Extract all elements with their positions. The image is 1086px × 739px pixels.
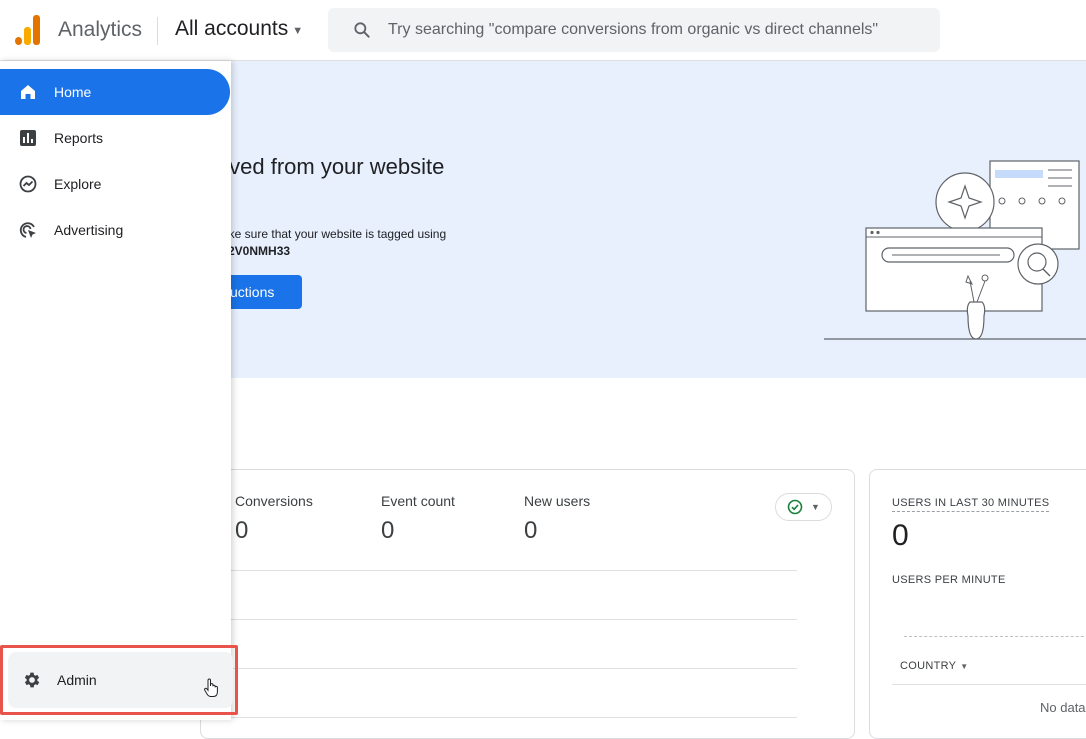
no-data-text: No data <box>1040 700 1086 715</box>
row-divider <box>231 570 797 571</box>
country-label: COUNTRY <box>900 660 957 672</box>
check-circle-icon <box>787 499 803 515</box>
nav-item-explore[interactable]: Explore <box>0 161 230 207</box>
metric-value: 0 <box>381 517 395 544</box>
caret-down-icon: ▼ <box>960 661 969 671</box>
reports-icon <box>20 130 36 146</box>
overview-card: Conversions 0 Event count 0 New users 0 … <box>200 469 855 739</box>
users-per-minute-label: USERS PER MINUTE <box>892 574 1006 586</box>
row-divider <box>231 668 797 669</box>
metric-label: Conversions <box>235 493 313 509</box>
home-icon <box>21 85 35 99</box>
top-bar: Analytics All accounts ▼ <box>0 0 1086 61</box>
nav-label: Home <box>54 84 92 100</box>
nav-item-reports[interactable]: Reports <box>0 115 230 161</box>
caret-down-icon: ▼ <box>292 24 304 37</box>
app-name: Analytics <box>58 18 143 41</box>
gear-icon <box>24 672 40 688</box>
banner-title: eived from your website <box>212 154 445 179</box>
row-divider <box>231 619 797 620</box>
nav-label: Explore <box>54 176 102 192</box>
account-selector[interactable]: All accounts ▼ <box>175 17 303 41</box>
nav-label: Reports <box>54 130 104 146</box>
users-last-30-minutes-value: 0 <box>892 519 909 552</box>
header-divider <box>157 17 158 45</box>
nav-item-admin[interactable]: Admin <box>8 652 233 708</box>
side-nav-drawer: Home Reports Explore Advertising <box>0 61 231 720</box>
advertising-icon <box>19 222 36 238</box>
users-last-30-minutes-label[interactable]: USERS IN LAST 30 MINUTES <box>892 497 1050 512</box>
nav-item-advertising[interactable]: Advertising <box>0 207 230 253</box>
metric-label: Event count <box>381 493 455 509</box>
row-divider <box>231 717 797 718</box>
nav-item-home[interactable]: Home <box>0 69 230 115</box>
analytics-logo-icon[interactable] <box>14 15 42 45</box>
country-dropdown[interactable]: COUNTRY ▼ <box>900 660 969 672</box>
search-input[interactable] <box>388 8 928 52</box>
admin-label: Admin <box>57 672 97 688</box>
metric-label: New users <box>524 493 591 509</box>
explore-icon <box>19 175 37 193</box>
search-bar[interactable] <box>328 8 940 52</box>
hand-cursor-icon <box>204 678 218 697</box>
caret-down-icon: ▼ <box>811 502 820 512</box>
nav-label: Advertising <box>54 222 124 238</box>
metric-value: 0 <box>235 517 249 544</box>
chart-baseline <box>904 636 1086 637</box>
search-icon <box>354 22 370 38</box>
realtime-card: USERS IN LAST 30 MINUTES 0 USERS PER MIN… <box>869 469 1086 739</box>
metric-new-users[interactable]: New users 0 <box>524 493 590 545</box>
account-selector-label: All accounts <box>175 17 289 40</box>
metric-event-count[interactable]: Event count 0 <box>381 493 455 545</box>
data-status-dropdown[interactable]: ▼ <box>775 493 832 521</box>
website-illustration-icon <box>824 160 1086 340</box>
metric-value: 0 <box>524 517 538 544</box>
metric-conversions[interactable]: Conversions 0 <box>235 493 313 545</box>
row-divider <box>892 684 1086 685</box>
banner-text: make sure that your website is tagged us… <box>212 227 447 241</box>
